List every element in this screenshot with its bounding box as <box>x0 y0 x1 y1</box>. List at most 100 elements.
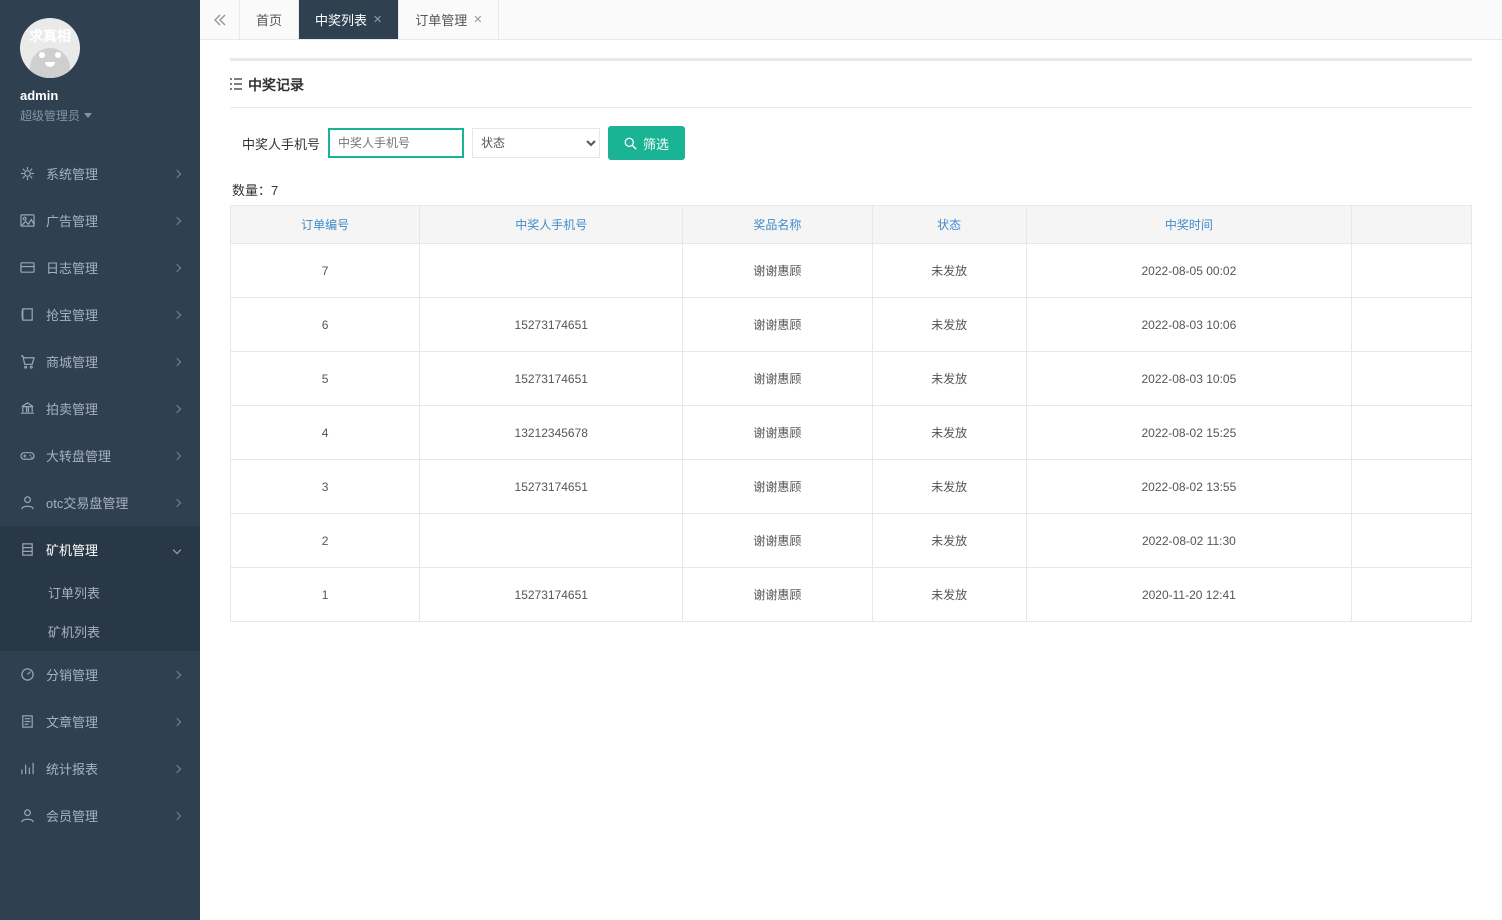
double-chevron-left-icon <box>214 14 226 26</box>
sidebar-item-9[interactable]: 分销管理 <box>0 651 200 698</box>
sidebar-item-label: otc交易盘管理 <box>46 493 128 512</box>
sidebar-item-label: 分销管理 <box>46 665 98 684</box>
filter-button[interactable]: 筛选 <box>608 126 685 160</box>
cell-time: 2022-08-02 13:55 <box>1026 460 1351 514</box>
column-header-3[interactable]: 状态 <box>872 206 1026 244</box>
cell-phone: 15273174651 <box>420 298 683 352</box>
panel: 中奖记录 中奖人手机号 状态 筛选 数量：7 订单编号中奖人手机号奖品名称状态中… <box>230 58 1472 622</box>
search-icon <box>624 137 637 150</box>
chevron-right-icon <box>174 356 180 368</box>
cell-phone <box>420 514 683 568</box>
card-icon <box>20 260 36 275</box>
chevron-right-icon <box>171 547 183 553</box>
sidebar-subitem-0[interactable]: 订单列表 <box>0 573 200 612</box>
sidebar-item-3[interactable]: 抢宝管理 <box>0 291 200 338</box>
status-filter-select[interactable]: 状态 <box>472 128 600 158</box>
sidebar-item-label: 日志管理 <box>46 258 98 277</box>
sidebar-item-8[interactable]: 矿机管理 <box>0 526 200 573</box>
cell-id: 7 <box>231 244 420 298</box>
sidebar-item-label: 文章管理 <box>46 712 98 731</box>
avatar-overlay-text: 求真相 <box>29 26 71 46</box>
column-header-5[interactable] <box>1352 206 1472 244</box>
chevron-right-icon <box>174 450 180 462</box>
cell-status: 未发放 <box>872 352 1026 406</box>
chevron-right-icon <box>174 403 180 415</box>
cell-status: 未发放 <box>872 244 1026 298</box>
cell-prize: 谢谢惠顾 <box>683 460 872 514</box>
cell-id: 1 <box>231 568 420 622</box>
close-icon[interactable]: ✕ <box>373 13 382 26</box>
cell-prize: 谢谢惠顾 <box>683 298 872 352</box>
cell-prize: 谢谢惠顾 <box>683 568 872 622</box>
tabs-bar: 首页中奖列表✕ 订单管理 ✕ <box>200 0 1502 40</box>
cell-actions <box>1352 352 1472 406</box>
cell-time: 2022-08-02 11:30 <box>1026 514 1351 568</box>
sidebar-item-4[interactable]: 商城管理 <box>0 338 200 385</box>
table-row: 315273174651谢谢惠顾未发放2022-08-02 13:55 <box>231 460 1472 514</box>
panel-heading: 中奖记录 <box>230 61 1472 108</box>
sidebar-item-7[interactable]: otc交易盘管理 <box>0 479 200 526</box>
sidebar-item-12[interactable]: 会员管理 <box>0 792 200 839</box>
tab-0[interactable]: 首页 <box>240 0 299 39</box>
column-header-2[interactable]: 奖品名称 <box>683 206 872 244</box>
sidebar: 求真相 admin 超级管理员 系统管理广告管理日志管理抢宝管理商城管理拍卖管理… <box>0 0 200 920</box>
cell-phone: 13212345678 <box>420 406 683 460</box>
doc-icon <box>20 714 36 729</box>
chevron-right-icon <box>174 168 180 180</box>
cell-status: 未发放 <box>872 568 1026 622</box>
table-row: 413212345678谢谢惠顾未发放2022-08-02 15:25 <box>231 406 1472 460</box>
sidebar-item-label: 会员管理 <box>46 806 98 825</box>
cell-phone: 15273174651 <box>420 568 683 622</box>
sidebar-item-6[interactable]: 大转盘管理 <box>0 432 200 479</box>
sidebar-nav: 系统管理广告管理日志管理抢宝管理商城管理拍卖管理大转盘管理 otc交易盘管理矿机管… <box>0 144 200 839</box>
sidebar-item-10[interactable]: 文章管理 <box>0 698 200 745</box>
phone-filter-input[interactable] <box>328 128 464 158</box>
sidebar-item-label: 广告管理 <box>46 211 98 230</box>
tab-label: 订单管理 <box>415 10 467 29</box>
sidebar-item-label: 统计报表 <box>46 759 98 778</box>
cell-id: 3 <box>231 460 420 514</box>
sidebar-item-5[interactable]: 拍卖管理 <box>0 385 200 432</box>
tab-1[interactable]: 中奖列表✕ <box>299 0 399 39</box>
cell-status: 未发放 <box>872 406 1026 460</box>
phone-filter-label: 中奖人手机号 <box>242 134 320 153</box>
role-dropdown[interactable]: 超级管理员 <box>20 107 180 124</box>
book-icon <box>20 307 36 322</box>
chevron-right-icon <box>174 262 180 274</box>
user-icon <box>20 808 36 823</box>
tab-2[interactable]: 订单管理 ✕ <box>399 0 499 39</box>
cart-icon <box>20 354 36 369</box>
column-header-4[interactable]: 中奖时间 <box>1026 206 1351 244</box>
sidebar-item-label: 抢宝管理 <box>46 305 98 324</box>
cell-phone <box>420 244 683 298</box>
sidebar-item-0[interactable]: 系统管理 <box>0 150 200 197</box>
cell-id: 6 <box>231 298 420 352</box>
bank-icon <box>20 401 36 416</box>
result-count: 数量：7 <box>232 180 1472 199</box>
chevron-right-icon <box>174 215 180 227</box>
cell-prize: 谢谢惠顾 <box>683 406 872 460</box>
list-icon <box>230 78 242 93</box>
username-label: admin <box>20 88 180 103</box>
table-row: 7谢谢惠顾未发放2022-08-05 00:02 <box>231 244 1472 298</box>
cell-status: 未发放 <box>872 298 1026 352</box>
sidebar-subitem-1[interactable]: 矿机列表 <box>0 612 200 651</box>
close-icon[interactable]: ✕ <box>473 13 482 26</box>
sidebar-item-label: 系统管理 <box>46 164 98 183</box>
column-header-1[interactable]: 中奖人手机号 <box>420 206 683 244</box>
chevron-right-icon <box>174 810 180 822</box>
table-header-row: 订单编号中奖人手机号奖品名称状态中奖时间 <box>231 206 1472 244</box>
chevron-right-icon <box>174 716 180 728</box>
cell-id: 4 <box>231 406 420 460</box>
cell-prize: 谢谢惠顾 <box>683 514 872 568</box>
tabs-collapse-button[interactable] <box>200 0 240 39</box>
column-header-0[interactable]: 订单编号 <box>231 206 420 244</box>
game-icon <box>20 448 36 463</box>
sidebar-item-2[interactable]: 日志管理 <box>0 244 200 291</box>
caret-down-icon <box>84 113 92 118</box>
sidebar-item-1[interactable]: 广告管理 <box>0 197 200 244</box>
main-area: 首页中奖列表✕ 订单管理 ✕ 中奖记录 中奖人手机号 状态 筛选 <box>200 0 1502 920</box>
cell-status: 未发放 <box>872 460 1026 514</box>
avatar: 求真相 <box>20 18 80 78</box>
sidebar-item-11[interactable]: 统计报表 <box>0 745 200 792</box>
